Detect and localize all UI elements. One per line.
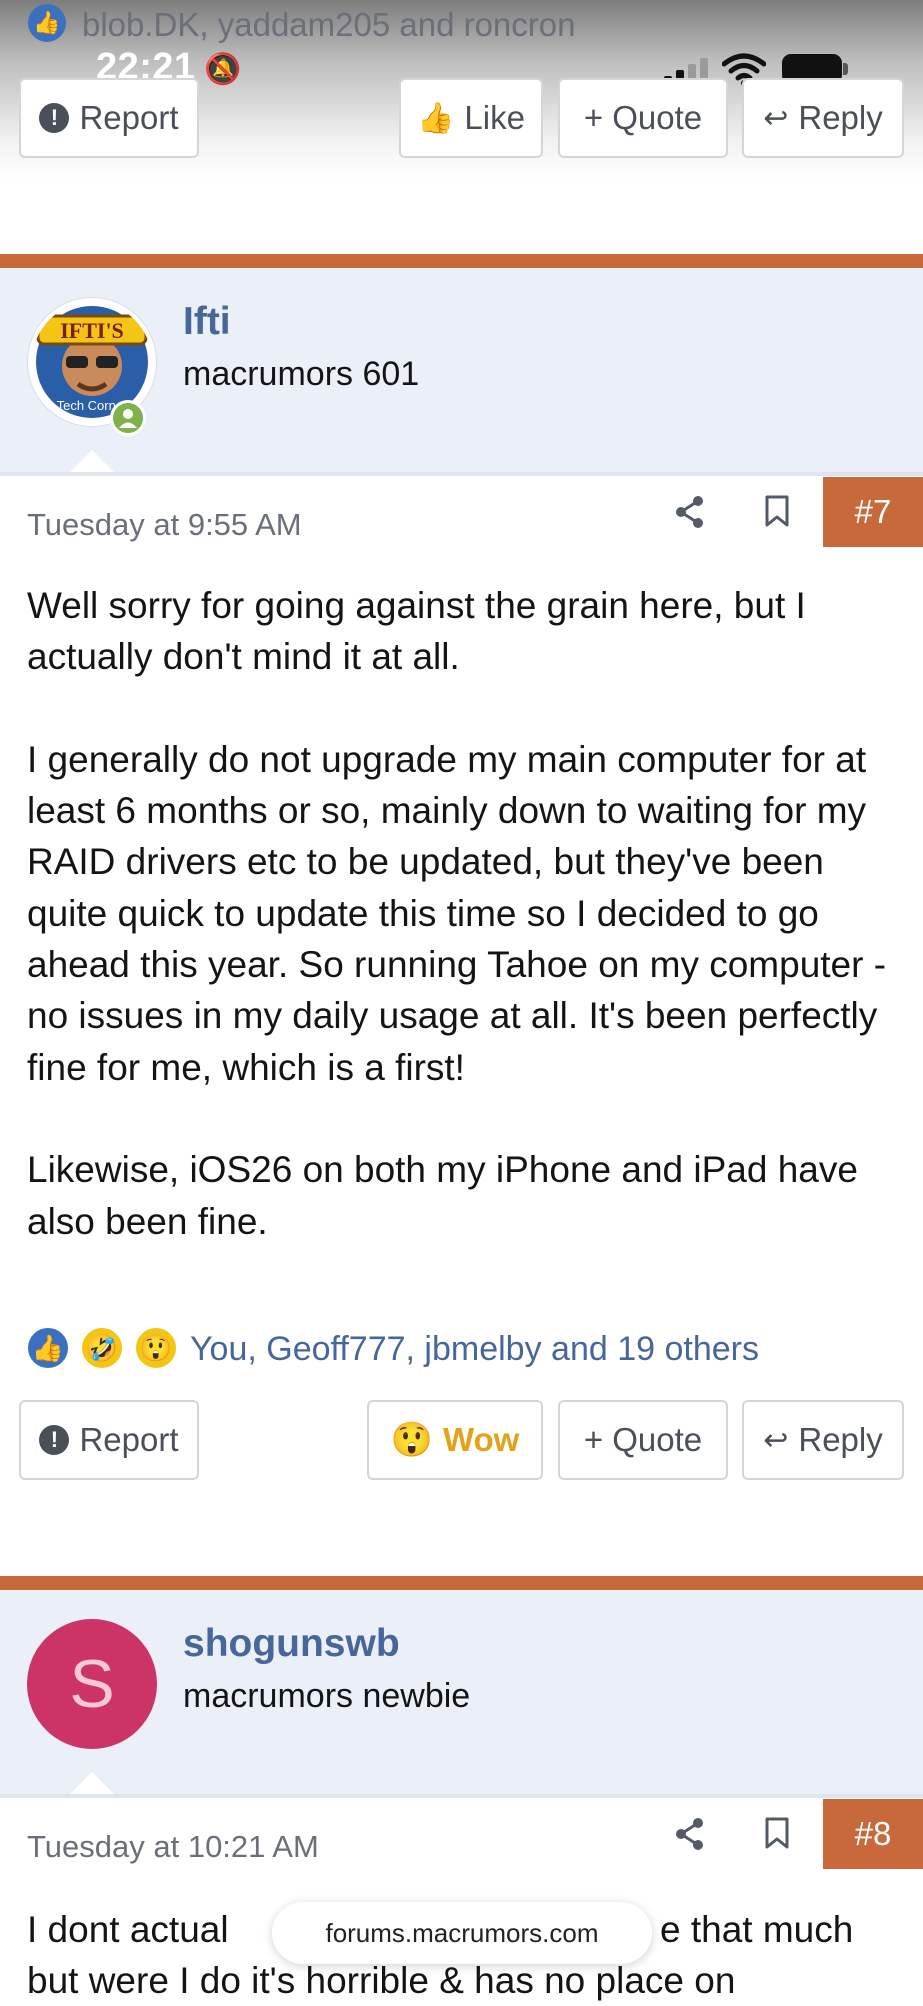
reply-label: Reply [798,1421,883,1458]
alert-icon: ! [39,103,70,133]
post-meta-border [0,472,923,476]
bookmark-icon[interactable] [764,494,790,528]
post-date[interactable]: Tuesday at 10:21 AM [27,1829,319,1865]
wow-label: Wow [442,1421,520,1458]
post-paragraph: I generally do not upgrade my main compu… [27,738,887,1088]
alert-icon: ! [39,1425,70,1455]
browser-url-bar[interactable]: forums.macrumors.com [272,1902,652,1964]
like-label: Like [464,99,525,136]
report-label: Report [79,1421,179,1458]
url-text: forums.macrumors.com [325,1917,599,1948]
avatar-pointer [68,1772,116,1796]
post-paragraph: Well sorry for going against the grain h… [27,585,806,678]
share-icon[interactable] [674,494,706,530]
reply-arrow-icon: ↩ [763,1423,789,1457]
post-divider [0,1576,923,1590]
svg-text:IFTI'S: IFTI'S [60,318,124,343]
post-paragraph: Likewise, iOS26 on both my iPhone and iP… [27,1149,858,1242]
report-label: Report [79,99,179,136]
wow-reaction-icon: 😲 [134,1326,178,1370]
wow-face-icon: 😲 [390,1421,433,1459]
user-title: macrumors newbie [183,1677,471,1715]
wow-reaction-button[interactable]: 😲 Wow [367,1400,543,1480]
avatar-letter: S [69,1646,115,1722]
report-button[interactable]: ! Report [19,1400,199,1480]
share-icon[interactable] [674,1816,706,1852]
post-body: Well sorry for going against the grain h… [27,580,897,1298]
previous-post-reactors[interactable]: blob.DK, yaddam205 and roncron [82,6,576,44]
reply-button[interactable]: ↩ Reply [742,1400,904,1480]
post-body-line: e that much [660,1909,854,1950]
reply-label: Reply [798,99,883,136]
reply-button[interactable]: ↩ Reply [742,78,904,158]
silent-bell-icon: 🔕 [204,53,242,86]
user-title: macrumors 601 [183,355,420,393]
like-reaction-icon: 👍 [28,4,66,42]
laugh-reaction-icon: 🤣 [80,1326,124,1370]
post-number[interactable]: #8 [823,1799,923,1869]
like-reaction-icon: 👍 [26,1326,70,1370]
post-date[interactable]: Tuesday at 9:55 AM [27,507,302,543]
reaction-list[interactable]: You, Geoff777, jbmelby and 19 others [190,1330,759,1369]
username[interactable]: Ifti [183,300,231,344]
post-number[interactable]: #7 [823,477,923,547]
battery-tip [843,63,848,75]
reply-arrow-icon: ↩ [763,101,789,135]
report-button[interactable]: ! Report [19,78,199,158]
post-meta-border [0,1794,923,1798]
post-divider [0,254,923,268]
avatar[interactable]: S [27,1619,157,1749]
quote-label: + Quote [583,99,703,136]
quote-button[interactable]: + Quote [558,1400,728,1480]
avatar-pointer [68,450,116,474]
like-button[interactable]: 👍 Like [399,78,543,158]
username[interactable]: shogunswb [183,1622,400,1666]
bookmark-icon[interactable] [764,1816,790,1850]
quote-button[interactable]: + Quote [558,78,728,158]
online-status-icon [110,400,146,436]
thumbs-up-icon: 👍 [417,101,455,135]
quote-label: + Quote [583,1421,703,1458]
